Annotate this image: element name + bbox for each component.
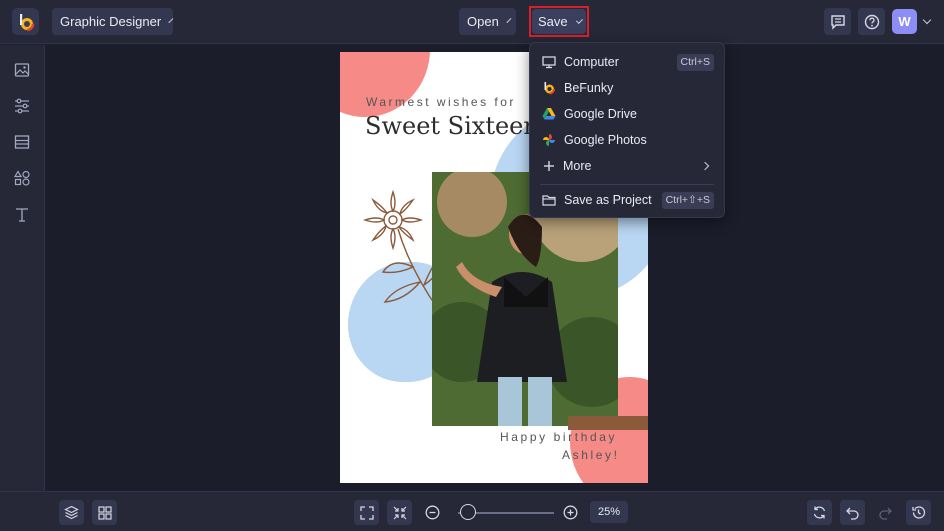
menu-item-label: BeFunky xyxy=(564,81,614,95)
help-icon xyxy=(864,14,879,29)
redo-icon xyxy=(879,507,892,520)
text-icon[interactable] xyxy=(12,204,32,224)
adjust-icon[interactable] xyxy=(12,96,32,116)
card-name-text[interactable]: Ashley! xyxy=(562,448,620,462)
card-title-text[interactable]: Sweet Sixteen! xyxy=(365,112,548,140)
menu-item-befunky[interactable]: BeFunky xyxy=(530,75,724,101)
top-toolbar: Graphic Designer Open Save W xyxy=(0,0,944,44)
layout-icon[interactable] xyxy=(12,132,32,152)
chevron-down-icon[interactable] xyxy=(922,15,932,25)
avatar[interactable]: W xyxy=(892,9,917,34)
feedback-button[interactable] xyxy=(824,8,851,35)
menu-item-label: More xyxy=(563,159,592,173)
history-icon xyxy=(912,506,926,519)
grid-button[interactable] xyxy=(92,500,117,525)
zoom-out-icon xyxy=(425,505,440,520)
zoom-in-icon xyxy=(563,505,578,520)
save-label: Save xyxy=(538,14,568,29)
zoom-in-button[interactable] xyxy=(563,505,578,520)
grid-icon xyxy=(97,505,112,520)
expand-icon xyxy=(359,505,374,520)
card-greeting-text[interactable]: Warmest wishes for xyxy=(366,95,516,109)
menu-item-computer[interactable]: Computer Ctrl+S xyxy=(530,49,724,75)
redo-button[interactable] xyxy=(873,500,898,525)
chevron-down-icon xyxy=(168,17,174,23)
befunky-icon xyxy=(542,81,556,95)
help-button[interactable] xyxy=(858,8,885,35)
menu-item-label: Google Photos xyxy=(564,133,647,147)
open-button[interactable]: Open xyxy=(459,8,516,35)
feedback-icon xyxy=(830,14,845,30)
menu-divider xyxy=(540,184,714,185)
open-label: Open xyxy=(467,14,499,29)
reset-button[interactable] xyxy=(807,500,832,525)
menu-item-label: Google Drive xyxy=(564,107,637,121)
bottom-toolbar: 25% xyxy=(0,491,944,531)
card-birthday-text[interactable]: Happy birthday xyxy=(500,430,617,444)
menu-item-google-drive[interactable]: Google Drive xyxy=(530,101,724,127)
menu-item-save-as-project[interactable]: Save as Project Ctrl+⇧+S xyxy=(530,187,724,213)
fit-to-screen-button[interactable] xyxy=(354,500,379,525)
chevron-down-icon xyxy=(506,17,512,23)
elements-icon[interactable] xyxy=(12,168,32,188)
google-photos-icon xyxy=(542,133,556,147)
save-button[interactable]: Save xyxy=(532,9,586,34)
refresh-icon xyxy=(813,506,826,519)
google-drive-icon xyxy=(542,107,556,121)
layers-icon xyxy=(64,505,79,520)
befunky-logo-icon[interactable] xyxy=(12,8,39,35)
actual-size-button[interactable] xyxy=(387,500,412,525)
menu-item-label: Save as Project xyxy=(564,193,652,207)
zoom-percent[interactable]: 25% xyxy=(590,501,628,523)
shortcut-badge: Ctrl+⇧+S xyxy=(661,191,714,209)
chevron-down-icon xyxy=(575,16,583,24)
layers-button[interactable] xyxy=(59,500,84,525)
menu-item-more[interactable]: More xyxy=(530,153,724,179)
zoom-out-button[interactable] xyxy=(425,505,440,520)
undo-icon xyxy=(846,507,859,520)
folder-icon xyxy=(542,193,556,207)
project-type-label: Graphic Designer xyxy=(60,14,162,29)
monitor-icon xyxy=(542,55,556,69)
brown-bar-shape[interactable] xyxy=(568,416,648,430)
project-type-dropdown[interactable]: Graphic Designer xyxy=(52,8,174,35)
shortcut-badge: Ctrl+S xyxy=(676,53,714,71)
undo-button[interactable] xyxy=(840,500,865,525)
menu-item-google-photos[interactable]: Google Photos xyxy=(530,127,724,153)
image-icon[interactable] xyxy=(12,60,32,80)
chevron-right-icon xyxy=(700,161,710,171)
plus-icon xyxy=(542,159,556,173)
shrink-icon xyxy=(393,506,406,519)
menu-item-label: Computer xyxy=(564,55,619,69)
zoom-slider-thumb[interactable] xyxy=(459,504,476,520)
history-button[interactable] xyxy=(906,500,931,525)
left-sidebar xyxy=(0,45,45,491)
save-dropdown-menu: Computer Ctrl+S BeFunky Google Drive Goo… xyxy=(529,42,725,218)
